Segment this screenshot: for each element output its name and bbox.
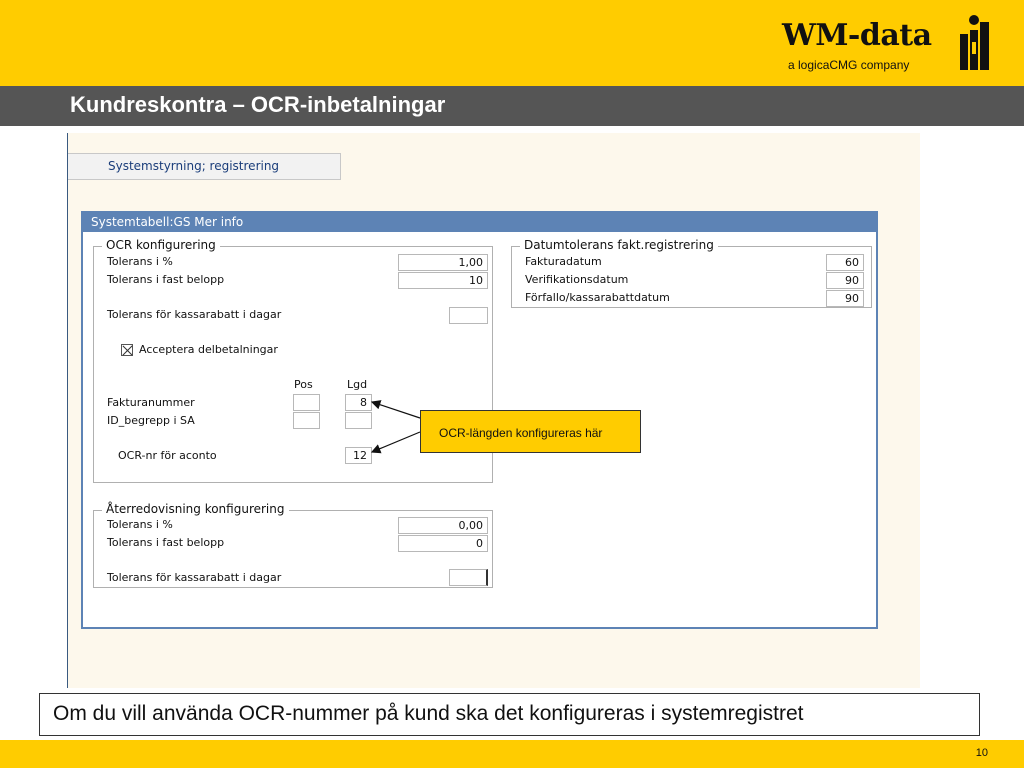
id-begrepp-lgd-field[interactable] (345, 412, 372, 429)
caption-box: Om du vill använda OCR-nummer på kund sk… (39, 693, 980, 736)
ater-tolerans-belopp-label: Tolerans i fast belopp (107, 536, 225, 549)
ater-kassarabatt-field[interactable] (449, 569, 488, 586)
aconto-lgd-field[interactable]: 12 (345, 447, 372, 464)
ater-tolerans-pct-field[interactable]: 0,00 (398, 517, 488, 534)
fakturanummer-label: Fakturanummer (107, 396, 195, 409)
tab-label: Systemstyrning; registrering (108, 159, 280, 173)
ater-tolerans-belopp-field[interactable]: 0 (398, 535, 488, 552)
header-band: WM-data a logicaCMG company (0, 0, 1024, 86)
acceptera-delbetalningar-label: Acceptera delbetalningar (139, 343, 278, 356)
title-bar: Kundreskontra – OCR-inbetalningar (0, 86, 1024, 126)
aconto-label: OCR-nr för aconto (118, 449, 217, 462)
forfallo-field[interactable]: 90 (826, 290, 864, 307)
verifikationsdatum-label: Verifikationsdatum (525, 273, 629, 286)
slide: WM-data a logicaCMG company Kundreskontr… (0, 0, 1024, 768)
footer-band: 10 (0, 740, 1024, 768)
logo-subtitle: a logicaCMG company (788, 58, 910, 72)
ater-tolerans-pct-label: Tolerans i % (107, 518, 173, 531)
pos-header: Pos (294, 378, 313, 391)
aterredovisning-title: Återredovisning konfigurering (102, 502, 289, 516)
fakturadatum-label: Fakturadatum (525, 255, 602, 268)
aterredovisning-group: Återredovisning konfigurering Tolerans i… (93, 502, 493, 588)
forfallo-label: Förfallo/kassarabattdatum (525, 291, 670, 304)
verifikationsdatum-field[interactable]: 90 (826, 272, 864, 289)
callout-text: OCR-längden konfigureras här (439, 426, 603, 440)
ocr-tolerans-belopp-label: Tolerans i fast belopp (107, 273, 225, 286)
datumtolerans-group: Datumtolerans fakt.registrering Fakturad… (511, 238, 872, 308)
wm-data-logo: WM-data a logicaCMG company (780, 10, 994, 78)
ocr-tolerans-pct-label: Tolerans i % (107, 255, 173, 268)
slide-title: Kundreskontra – OCR-inbetalningar (70, 92, 446, 117)
ocr-tolerans-belopp-field[interactable]: 10 (398, 272, 488, 289)
ocr-config-title: OCR konfigurering (102, 238, 220, 252)
acceptera-delbetalningar-checkbox[interactable] (121, 344, 133, 356)
ocr-kassarabatt-label: Tolerans för kassarabatt i dagar (107, 308, 282, 321)
lgd-header: Lgd (347, 378, 368, 391)
tab-systemstyrning[interactable]: Systemstyrning; registrering (68, 153, 341, 180)
fakturanummer-pos-field[interactable] (293, 394, 320, 411)
page-number: 10 (975, 747, 988, 759)
ater-kassarabatt-label: Tolerans för kassarabatt i dagar (107, 571, 282, 584)
panel-title: Systemtabell:GS Mer info (91, 215, 244, 229)
ocr-tolerans-pct-field[interactable]: 1,00 (398, 254, 488, 271)
logo-name: WM-data (782, 18, 932, 53)
fakturadatum-field[interactable]: 60 (826, 254, 864, 271)
logo-figure-icon (960, 15, 989, 70)
datumtolerans-title: Datumtolerans fakt.registrering (520, 238, 718, 252)
id-begrepp-pos-field[interactable] (293, 412, 320, 429)
fakturanummer-lgd-field[interactable]: 8 (345, 394, 372, 411)
id-begrepp-label: ID_begrepp i SA (107, 414, 195, 427)
ocr-kassarabatt-field[interactable] (449, 307, 488, 324)
caption-text: Om du vill använda OCR-nummer på kund sk… (53, 702, 804, 725)
callout-box: OCR-längden konfigureras här (420, 410, 641, 453)
panel-header: Systemtabell:GS Mer info (83, 213, 876, 232)
